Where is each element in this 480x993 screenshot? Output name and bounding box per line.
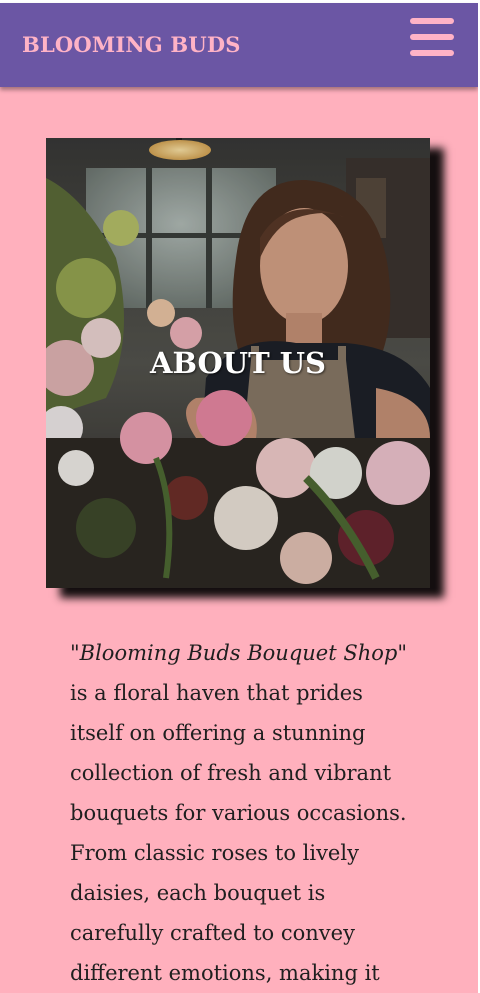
page: BLOOMING BUDS ABOUT US "Blooming Buds Bo… (0, 0, 478, 993)
shop-name: "Blooming Buds Bouquet Shop" (70, 641, 407, 665)
navbar: BLOOMING BUDS (0, 3, 478, 87)
hamburger-bar (410, 34, 454, 40)
hamburger-bar (410, 18, 454, 24)
brand-logo-text[interactable]: BLOOMING BUDS (22, 32, 241, 57)
hero-title: ABOUT US (149, 346, 326, 380)
about-hero-image: ABOUT US (46, 138, 430, 588)
hamburger-bar (410, 50, 454, 56)
about-description: "Blooming Buds Bouquet Shop" is a floral… (70, 633, 420, 993)
hamburger-menu-icon[interactable] (410, 18, 454, 58)
about-body-text: is a floral haven that prides itself on … (70, 681, 407, 985)
